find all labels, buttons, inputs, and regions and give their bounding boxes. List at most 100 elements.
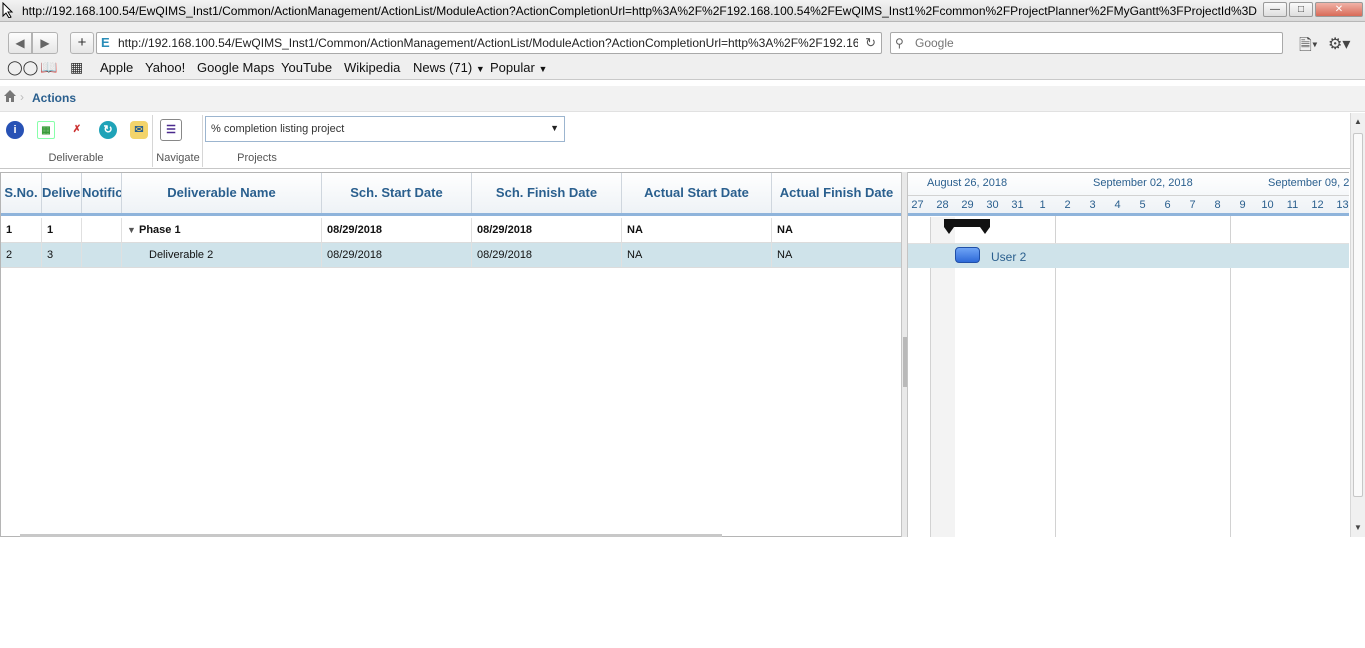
info-icon[interactable]: i (6, 121, 24, 139)
forward-arrow-icon: ▶ (40, 36, 50, 50)
summary-bar[interactable] (944, 219, 992, 239)
bookmark-popular[interactable]: Popular ▼ (490, 60, 547, 75)
search-box[interactable]: ⚲ (890, 32, 1283, 54)
chevron-down-icon: ▼ (538, 64, 548, 74)
navigate-book-icon[interactable]: ☰ (160, 119, 182, 141)
cell-deliverable: 1 (42, 218, 82, 242)
bookmark-news[interactable]: News (71) ▼ (413, 60, 485, 75)
day-label: 10 (1261, 199, 1274, 211)
bookmarks-book-icon[interactable]: 📖 (40, 59, 57, 76)
gear-icon[interactable]: ⚙▾ (1328, 34, 1350, 54)
column-header-sch-finish[interactable]: Sch. Finish Date (472, 173, 622, 213)
new-tab-button[interactable]: + (70, 32, 94, 54)
day-label: 6 (1164, 199, 1171, 211)
day-label: 4 (1114, 199, 1121, 211)
day-label: 7 (1189, 199, 1196, 211)
bookmark-youtube[interactable]: YouTube (281, 60, 332, 75)
day-label: 13 (1336, 199, 1349, 211)
comments-icon[interactable]: ✉ (130, 121, 148, 139)
reload-icon[interactable]: ↻ (865, 35, 876, 51)
cell-sch-finish: 08/29/2018 (472, 243, 622, 267)
cell-sno: 1 (1, 218, 42, 242)
gantt-chart: August 26, 2018 September 02, 2018 Septe… (908, 172, 1349, 537)
deliverables-grid: S.No. Deliver Notific Deliverable Name S… (0, 172, 901, 537)
cell-sch-finish: 08/29/2018 (472, 218, 622, 242)
breadcrumb-current[interactable]: Actions (32, 91, 76, 105)
bookmark-apple[interactable]: Apple (100, 60, 133, 75)
column-header-deliverable[interactable]: Deliver (42, 173, 82, 213)
project-select-value: % completion listing project (211, 123, 345, 135)
pane-splitter[interactable] (901, 172, 908, 537)
top-sites-grid-icon[interactable]: ▦ (70, 59, 83, 76)
scroll-up-arrow-icon[interactable]: ▲ (1354, 117, 1362, 126)
grid-horizontal-scrollbar[interactable] (20, 534, 722, 537)
page-menu-icon[interactable]: 🗎▾ (1299, 34, 1318, 61)
bookmarks-bar: ◯◯ 📖 ▦ Apple Yahoo! Google Maps YouTube … (0, 58, 1365, 80)
cell-deliverable-name: ▼ Phase 1 (122, 218, 322, 242)
cell-notification (82, 243, 122, 267)
scroll-down-arrow-icon[interactable]: ▼ (1354, 523, 1362, 532)
day-label: 2 (1064, 199, 1071, 211)
column-header-actual-finish[interactable]: Actual Finish Date (772, 173, 901, 213)
minimize-button[interactable]: — (1263, 2, 1287, 17)
week-divider (1230, 173, 1231, 537)
maximize-button[interactable]: □ (1289, 2, 1313, 17)
home-icon[interactable] (3, 89, 17, 103)
day-label: 29 (961, 199, 974, 211)
day-label: 30 (986, 199, 999, 211)
bookmark-popular-label: Popular (490, 60, 535, 75)
day-label: 8 (1214, 199, 1221, 211)
bookmark-google-maps[interactable]: Google Maps (197, 60, 274, 75)
refresh-icon[interactable]: ↻ (99, 121, 117, 139)
column-header-sno[interactable]: S.No. (1, 173, 42, 213)
column-header-actual-start[interactable]: Actual Start Date (622, 173, 772, 213)
scrollbar-thumb[interactable] (1353, 133, 1363, 497)
bookmark-yahoo[interactable]: Yahoo! (145, 60, 185, 75)
site-favicon-icon: E (101, 35, 110, 50)
cell-actual-start: NA (622, 243, 772, 267)
close-button[interactable]: ✕ (1315, 2, 1363, 17)
column-header-deliverable-name[interactable]: Deliverable Name (122, 173, 322, 213)
grid-header: S.No. Deliver Notific Deliverable Name S… (1, 173, 901, 216)
window-title: http://192.168.100.54/EwQIMS_Inst1/Commo… (22, 4, 1257, 18)
back-button[interactable]: ◀ (8, 32, 32, 54)
search-input[interactable] (915, 35, 1275, 51)
ribbon-toolbar: i ▦ ✗ ↻ ✉ Deliverable ☰ Navigate Project… (0, 113, 1350, 169)
reader-glasses-icon[interactable]: ◯◯ (7, 59, 38, 76)
collapse-triangle-icon[interactable]: ▼ (127, 225, 136, 235)
ribbon-group-deliverable: i ▦ ✗ ↻ ✉ Deliverable (0, 115, 153, 167)
project-select[interactable]: % completion listing project ▼ (205, 116, 565, 142)
delete-deliverable-icon[interactable]: ✗ (68, 121, 86, 139)
cell-sno: 2 (1, 243, 42, 267)
ribbon-group-label: Deliverable (48, 152, 104, 164)
bookmark-news-label: News (71) (413, 60, 473, 75)
day-label: 28 (936, 199, 949, 211)
forward-button[interactable]: ▶ (32, 32, 58, 54)
add-deliverable-icon[interactable]: ▦ (37, 121, 55, 139)
plus-icon: + (77, 34, 87, 51)
splitter-handle[interactable] (903, 337, 907, 387)
ribbon-group-label: Projects (237, 152, 277, 164)
address-bar[interactable]: E http://192.168.100.54/EwQIMS_Inst1/Com… (96, 32, 882, 54)
table-row[interactable]: 2 3 Deliverable 2 08/29/2018 08/29/2018 … (1, 243, 901, 268)
day-label: 11 (1286, 199, 1299, 211)
chevron-down-icon: ▼ (550, 123, 559, 133)
breadcrumb: › Actions (0, 86, 1365, 112)
cell-actual-finish: NA (777, 249, 793, 261)
ribbon-group-label: Navigate (156, 152, 200, 164)
column-header-notification[interactable]: Notific (82, 173, 122, 213)
day-label: 27 (911, 199, 924, 211)
bookmark-wikipedia[interactable]: Wikipedia (344, 60, 400, 75)
table-row[interactable]: 1 1 ▼ Phase 1 08/29/2018 08/29/2018 NA N… (1, 218, 901, 243)
window-titlebar: http://192.168.100.54/EwQIMS_Inst1/Commo… (0, 0, 1365, 22)
chevron-down-icon: ▼ (475, 64, 485, 74)
breadcrumb-separator-icon: › (20, 90, 24, 104)
day-label: 1 (1039, 199, 1046, 211)
column-header-sch-start[interactable]: Sch. Start Date (322, 173, 472, 213)
address-url: http://192.168.100.54/EwQIMS_Inst1/Commo… (118, 36, 858, 50)
page-vertical-scrollbar[interactable]: ▲ ▼ (1350, 113, 1365, 537)
task-bar[interactable] (955, 247, 980, 263)
cell-sch-start: 08/29/2018 (322, 218, 472, 242)
phase-name: Phase 1 (138, 224, 181, 236)
week-label: September 02, 2018 (1093, 177, 1193, 189)
